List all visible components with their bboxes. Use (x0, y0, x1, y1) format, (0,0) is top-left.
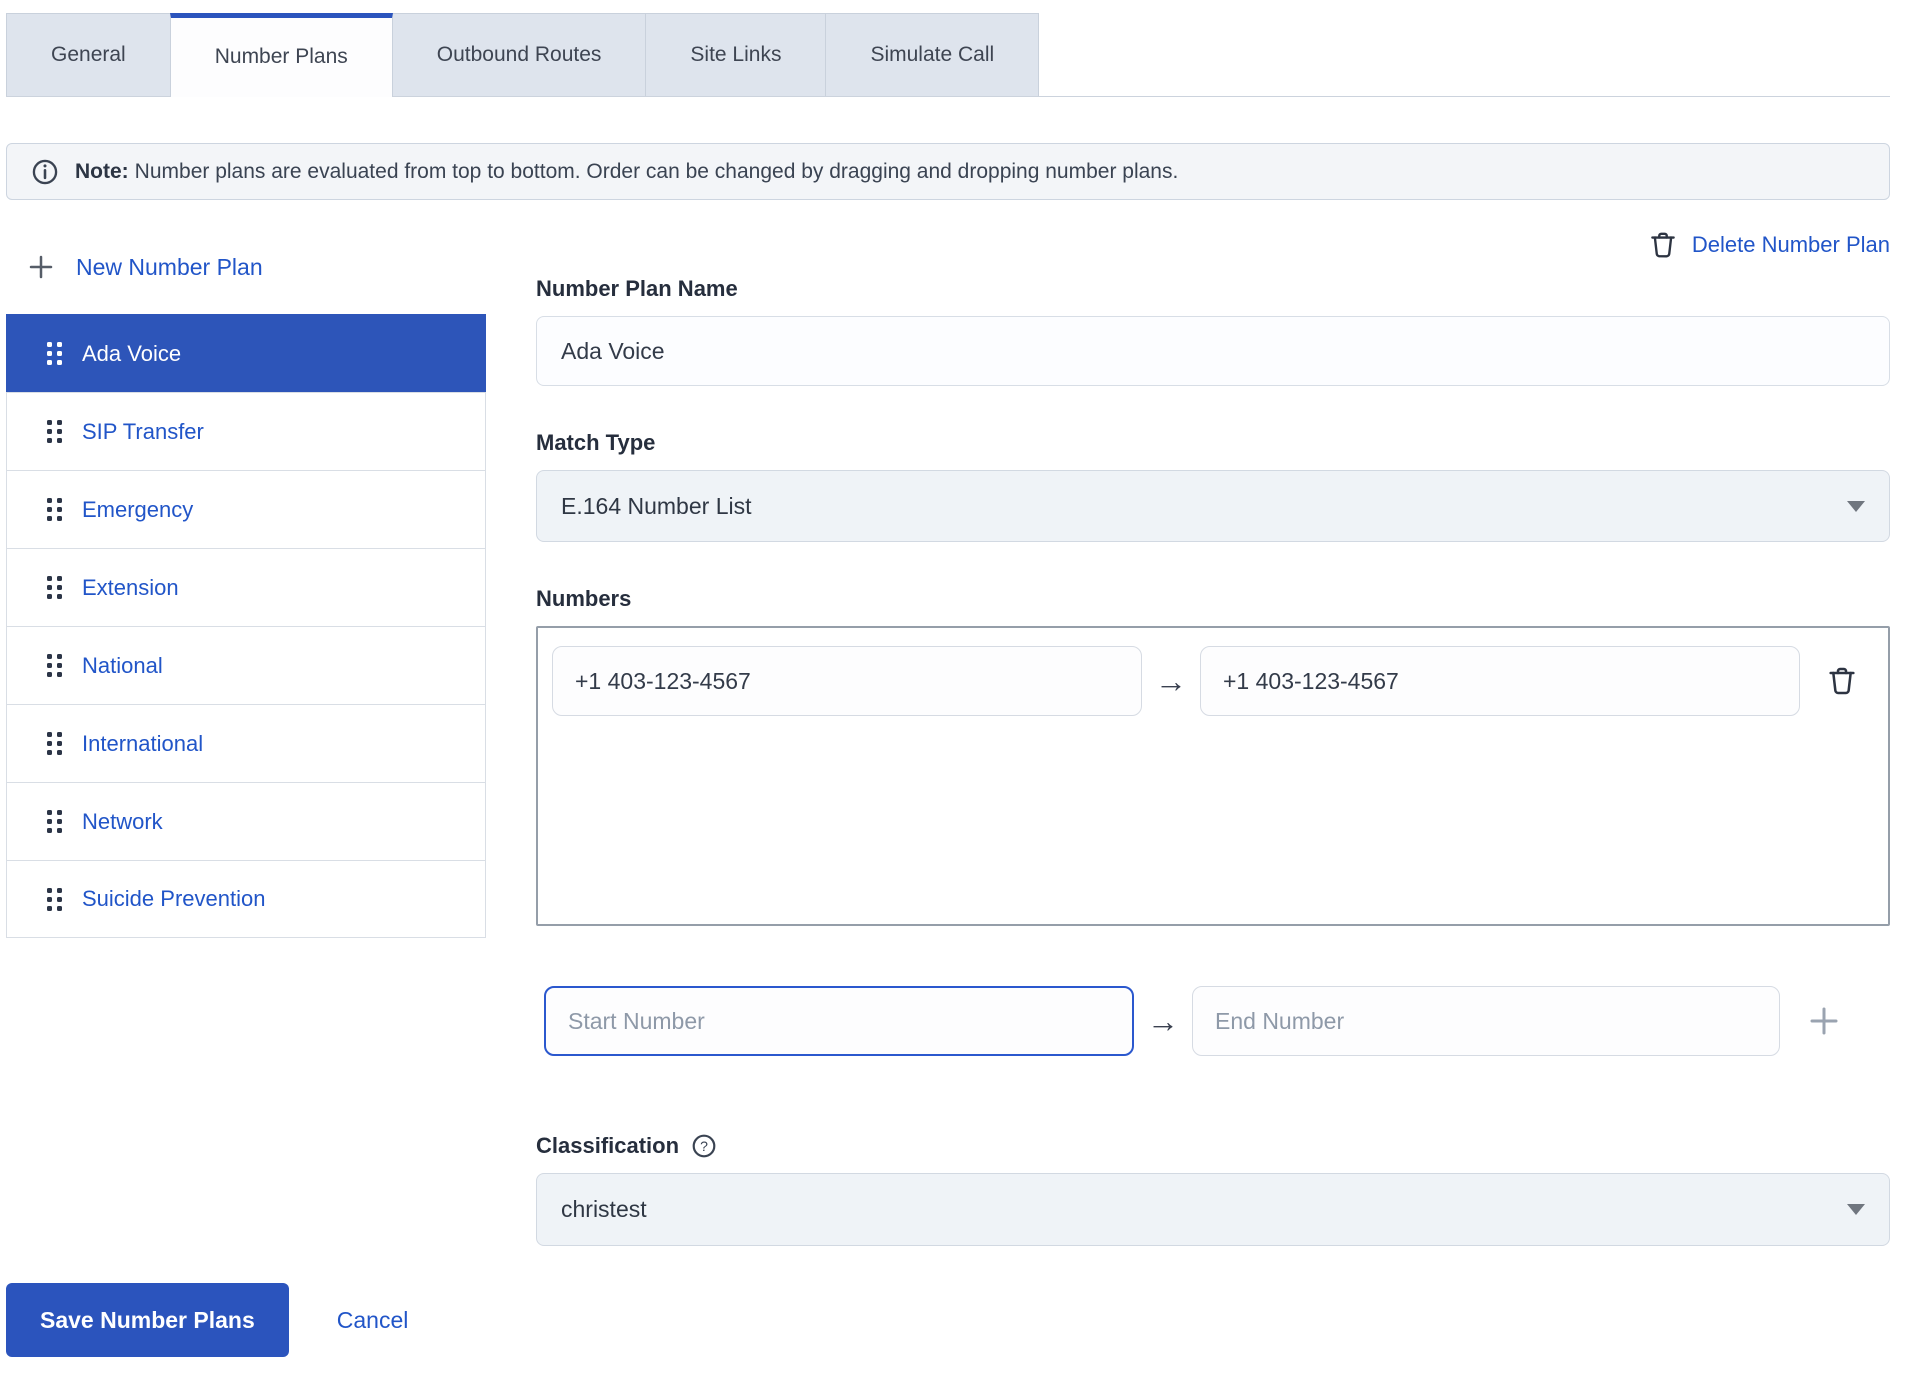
drag-handle-icon[interactable] (47, 420, 62, 443)
sidebar-item-network[interactable]: Network (6, 782, 486, 860)
chevron-down-icon (1847, 501, 1865, 512)
drag-handle-icon[interactable] (47, 576, 62, 599)
tab-general[interactable]: General (6, 13, 170, 96)
start-number-input[interactable] (544, 986, 1134, 1056)
trash-icon (1648, 230, 1678, 260)
sidebar-item-sip-transfer[interactable]: SIP Transfer (6, 392, 486, 470)
plan-label: Ada Voice (82, 341, 181, 367)
plan-label: SIP Transfer (82, 419, 204, 445)
match-type-value: E.164 Number List (561, 493, 751, 520)
note-label: Note: (75, 160, 129, 183)
plan-label: Suicide Prevention (82, 886, 265, 912)
drag-handle-icon[interactable] (47, 498, 62, 521)
classification-label-row: Classification (536, 1133, 1890, 1159)
help-icon[interactable] (691, 1133, 717, 1159)
end-number-input[interactable] (1192, 986, 1780, 1056)
sidebar-item-national[interactable]: National (6, 626, 486, 704)
numbers-list-box: → (536, 626, 1890, 926)
sidebar-item-international[interactable]: International (6, 704, 486, 782)
plan-label: Extension (82, 575, 179, 601)
trash-icon (1826, 665, 1858, 697)
match-type-label: Match Type (536, 430, 1890, 456)
drag-handle-icon[interactable] (47, 654, 62, 677)
plan-editor: Delete Number Plan Number Plan Name Matc… (536, 200, 1890, 1246)
tab-site-links[interactable]: Site Links (645, 13, 825, 96)
delete-number-row-button[interactable] (1826, 665, 1858, 697)
classification-value: christest (561, 1196, 647, 1223)
cancel-button[interactable]: Cancel (337, 1307, 409, 1334)
sidebar-item-extension[interactable]: Extension (6, 548, 486, 626)
classification-label: Classification (536, 1133, 679, 1159)
new-number-plan-label: New Number Plan (76, 254, 263, 281)
sidebar-item-ada-voice[interactable]: Ada Voice (6, 314, 486, 392)
match-type-select[interactable]: E.164 Number List (536, 470, 1890, 542)
plan-label: Network (82, 809, 163, 835)
number-plan-name-input[interactable] (536, 316, 1890, 386)
add-number-row: → (536, 986, 1890, 1056)
tab-number-plans[interactable]: Number Plans (170, 13, 393, 97)
number-plans-page: General Number Plans Outbound Routes Sit… (0, 0, 1916, 1357)
number-plan-name-label: Number Plan Name (536, 276, 1890, 302)
plan-label: Emergency (82, 497, 193, 523)
note-body: Number plans are evaluated from top to b… (135, 160, 1179, 183)
number-end-input[interactable] (1200, 646, 1800, 716)
drag-handle-icon[interactable] (47, 342, 62, 365)
sidebar-item-suicide-prevention[interactable]: Suicide Prevention (6, 860, 486, 938)
note-text: Note: Number plans are evaluated from top… (75, 160, 1178, 184)
arrow-right-icon: → (1142, 663, 1200, 700)
tab-simulate-call[interactable]: Simulate Call (825, 13, 1039, 96)
save-number-plans-button[interactable]: Save Number Plans (6, 1283, 289, 1357)
tab-bar: General Number Plans Outbound Routes Sit… (6, 13, 1890, 97)
classification-select[interactable]: christest (536, 1173, 1890, 1246)
plan-sidebar: New Number Plan Ada Voice SIP Transfer E… (6, 200, 486, 1246)
number-start-input[interactable] (552, 646, 1142, 716)
numbers-label: Numbers (536, 586, 1890, 612)
tab-outbound-routes[interactable]: Outbound Routes (393, 13, 646, 96)
plus-icon (26, 252, 56, 282)
note-banner: Note: Number plans are evaluated from top… (6, 143, 1890, 200)
delete-number-plan-button[interactable]: Delete Number Plan (536, 230, 1890, 260)
plan-label: International (82, 731, 203, 757)
sidebar-item-emergency[interactable]: Emergency (6, 470, 486, 548)
drag-handle-icon[interactable] (47, 732, 62, 755)
drag-handle-icon[interactable] (47, 810, 62, 833)
number-row: → (552, 646, 1874, 716)
new-number-plan-button[interactable]: New Number Plan (26, 252, 263, 282)
actions-bar: Save Number Plans Cancel (6, 1283, 1890, 1357)
drag-handle-icon[interactable] (47, 888, 62, 911)
arrow-right-icon: → (1134, 1003, 1192, 1040)
add-number-button[interactable] (1806, 1003, 1842, 1039)
chevron-down-icon (1847, 1204, 1865, 1215)
info-icon (31, 158, 59, 186)
plan-label: National (82, 653, 163, 679)
plan-list: Ada Voice SIP Transfer Emergency Extensi… (6, 314, 486, 938)
delete-number-plan-label: Delete Number Plan (1692, 232, 1890, 258)
